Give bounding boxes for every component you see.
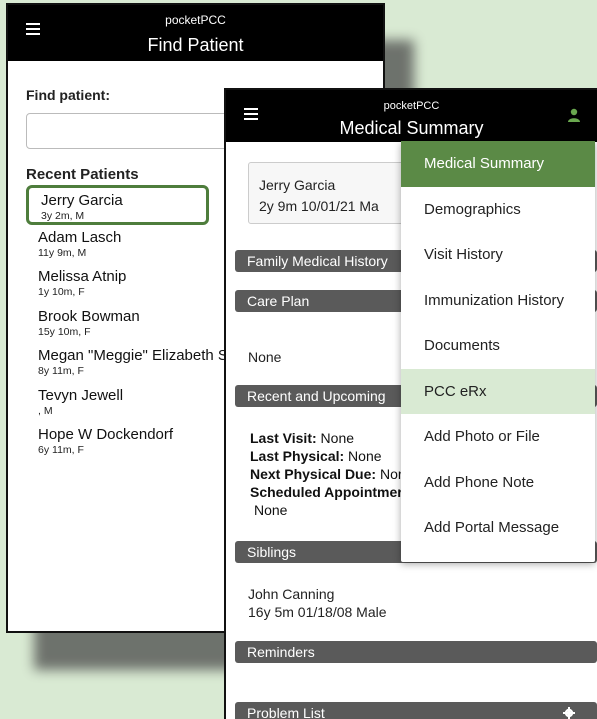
menu-item-add-portal-message[interactable]: Add Portal Message (401, 505, 595, 551)
navigation-dropdown-menu: Medical Summary Demographics Visit Histo… (401, 141, 595, 562)
last-physical-value: None (344, 448, 382, 464)
menu-item-demographics[interactable]: Demographics (401, 187, 595, 233)
next-physical-value: Nor (376, 466, 403, 482)
page-title: Find Patient (147, 35, 244, 55)
menu-item-add-phone-note[interactable]: Add Phone Note (401, 460, 595, 506)
menu-item-documents[interactable]: Documents (401, 323, 595, 369)
care-plan-value: None (248, 349, 282, 365)
menu-item-visit-history[interactable]: Visit History (401, 232, 595, 278)
app-name: pocketPCC (165, 13, 226, 27)
patient-age-sex: 3y 2m, M (41, 210, 85, 222)
gear-icon[interactable] (563, 707, 575, 719)
sibling-entry: John Canning 16y 5m 01/18/08 Male (248, 585, 387, 621)
problem-list-label: Problem List (247, 705, 325, 719)
menu-item-immunization-history[interactable]: Immunization History (401, 278, 595, 324)
patient-name: Jerry Garcia (41, 192, 123, 209)
scheduled-appointments-label: Scheduled Appointmer (250, 484, 403, 500)
menu-item-add-photo-or-file[interactable]: Add Photo or File (401, 414, 595, 460)
recent-patients-heading: Recent Patients (26, 166, 139, 183)
sibling-name: John Canning (248, 586, 335, 602)
scheduled-appointments-value: None (254, 502, 288, 518)
menu-item-pcc-erx[interactable]: PCC eRx (401, 368, 595, 414)
find-patient-label: Find patient: (26, 87, 110, 103)
menu-item-medical-summary[interactable]: Medical Summary (401, 141, 595, 187)
section-reminders[interactable]: Reminders (235, 641, 597, 663)
find-app-bar: pocketPCC Find Patient (8, 5, 383, 61)
section-problem-list[interactable]: Problem List (235, 702, 597, 719)
visit-info: Last Visit: None Last Physical: None Nex… (250, 429, 403, 519)
page-title: Medical Summary (339, 118, 484, 138)
patient-item[interactable]: Jerry Garcia 3y 2m, M (26, 185, 209, 225)
last-visit-value: None (316, 430, 355, 446)
sibling-details: 16y 5m 01/18/08 Male (248, 604, 387, 620)
app-name: pocketPCC (383, 100, 440, 112)
next-physical-label: Next Physical Due: (250, 466, 377, 482)
last-physical-label: Last Physical: (250, 448, 345, 464)
summary-app-bar: pocketPCC Medical Summary (226, 90, 597, 142)
last-visit-label: Last Visit: (250, 430, 317, 446)
user-icon[interactable] (567, 108, 581, 122)
